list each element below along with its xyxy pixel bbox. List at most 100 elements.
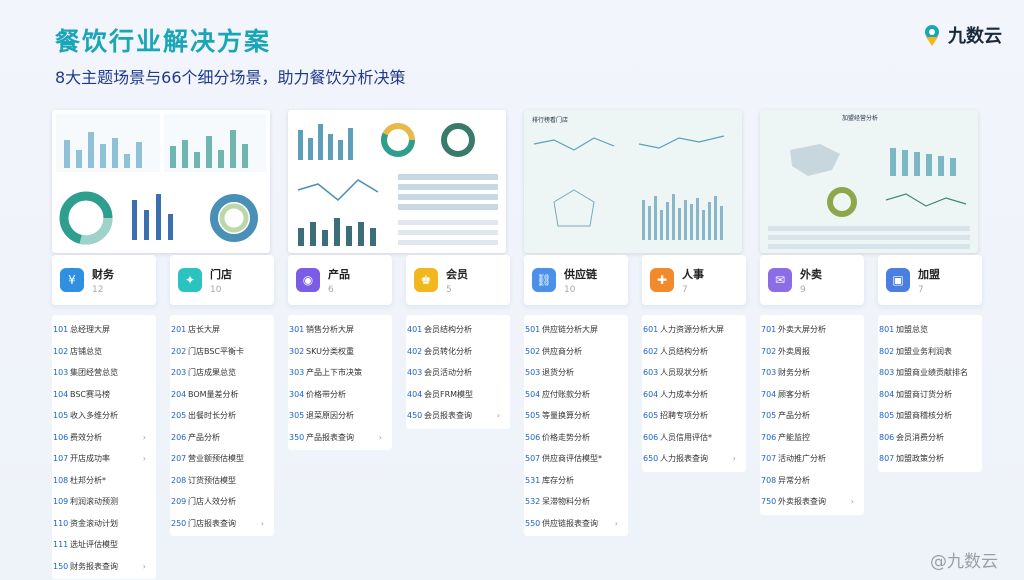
scenario-item[interactable]: 206 产品分析 xyxy=(170,427,274,449)
chevron-right-icon[interactable]: › xyxy=(497,411,500,420)
scenario-item[interactable]: 203 门店成果总览 xyxy=(170,362,274,384)
scenario-item[interactable]: 101 总经理大屏 xyxy=(52,319,156,341)
chevron-right-icon[interactable]: › xyxy=(733,454,736,463)
category-card-3[interactable]: ◉ 产品 6 xyxy=(288,255,392,305)
scenario-label: 财务分析 xyxy=(778,368,810,378)
category-card-2[interactable]: ✦ 门店 10 xyxy=(170,255,274,305)
scenario-item[interactable]: 301 销售分析大屏 xyxy=(288,319,392,341)
scenario-item[interactable]: 650 人力报表查询 › xyxy=(642,448,746,470)
scenario-item[interactable]: 111 选址评估模型 xyxy=(52,534,156,556)
scenario-item[interactable]: 606 人员信用评估* xyxy=(642,427,746,449)
scenario-item[interactable]: 803 加盟商业绩贡献排名 xyxy=(878,362,982,384)
chevron-right-icon[interactable]: › xyxy=(379,433,382,442)
scenario-label: 费效分析 xyxy=(70,432,102,442)
scenario-item[interactable]: 304 价格带分析 xyxy=(288,384,392,406)
scenario-label: 外卖报表查询 xyxy=(778,497,826,507)
scenario-item[interactable]: 501 供应链分析大屏 xyxy=(524,319,628,341)
scenario-item[interactable]: 403 会员活动分析 xyxy=(406,362,510,384)
scenario-item[interactable]: 401 会员结构分析 xyxy=(406,319,510,341)
scenario-item[interactable]: 705 产品分析 xyxy=(760,405,864,427)
scenario-item[interactable]: 702 外卖周报 xyxy=(760,341,864,363)
scenario-item[interactable]: 802 加盟业务利润表 xyxy=(878,341,982,363)
scenario-item[interactable]: 302 SKU分类权重 xyxy=(288,341,392,363)
scenario-item[interactable]: 602 人员结构分析 xyxy=(642,341,746,363)
chevron-right-icon[interactable]: › xyxy=(851,497,854,506)
category-card-5[interactable]: ⛓ 供应链 10 xyxy=(524,255,628,305)
scenario-item[interactable]: 604 人力成本分析 xyxy=(642,384,746,406)
scenario-item[interactable]: 601 人力资源分析大屏 xyxy=(642,319,746,341)
scenario-label: 店长大屏 xyxy=(188,325,220,335)
scenario-item[interactable]: 805 加盟商稽核分析 xyxy=(878,405,982,427)
chevron-right-icon[interactable]: › xyxy=(261,519,264,528)
scenario-item[interactable]: 706 产能监控 xyxy=(760,427,864,449)
scenario-item[interactable]: 532 呆滞物料分析 xyxy=(524,491,628,513)
category-card-8[interactable]: ▣ 加盟 7 xyxy=(878,255,982,305)
scenario-item[interactable]: 106 费效分析 › xyxy=(52,427,156,449)
scenario-item[interactable]: 550 供应链报表查询 › xyxy=(524,513,628,535)
scenario-number: 602 xyxy=(643,346,659,356)
money-bag-icon: ¥ xyxy=(60,268,84,292)
scenario-item[interactable]: 708 异常分析 xyxy=(760,470,864,492)
scenario-item[interactable]: 605 招聘专项分析 xyxy=(642,405,746,427)
chevron-right-icon[interactable]: › xyxy=(143,562,146,571)
scenario-label: 产品分析 xyxy=(188,432,220,442)
scenario-item[interactable]: 531 库存分析 xyxy=(524,470,628,492)
scenario-number: 606 xyxy=(643,432,659,442)
scenario-label: 销售分析大屏 xyxy=(306,325,354,335)
scenario-item[interactable]: 703 财务分析 xyxy=(760,362,864,384)
scenario-item[interactable]: 105 收入多维分析 xyxy=(52,405,156,427)
scenario-item[interactable]: 707 活动推广分析 xyxy=(760,448,864,470)
scenario-item[interactable]: 603 人员现状分析 xyxy=(642,362,746,384)
scenario-item[interactable]: 804 加盟商订货分析 xyxy=(878,384,982,406)
scenario-item[interactable]: 503 退货分析 xyxy=(524,362,628,384)
scenario-item[interactable]: 701 外卖大屏分析 xyxy=(760,319,864,341)
scenario-item[interactable]: 404 会员FRM模型 xyxy=(406,384,510,406)
scenario-item[interactable]: 205 出餐时长分析 xyxy=(170,405,274,427)
scenario-item[interactable]: 506 价格走势分析 xyxy=(524,427,628,449)
chevron-right-icon[interactable]: › xyxy=(143,454,146,463)
scenario-item[interactable]: 801 加盟总览 xyxy=(878,319,982,341)
category-card-1[interactable]: ¥ 财务 12 xyxy=(52,255,156,305)
scenario-item[interactable]: 204 BOM量差分析 xyxy=(170,384,274,406)
scenario-item[interactable]: 150 财务报表查询 › xyxy=(52,556,156,578)
scenario-item[interactable]: 807 加盟政策分析 xyxy=(878,448,982,470)
scenario-item[interactable]: 806 会员消费分析 xyxy=(878,427,982,449)
chevron-right-icon[interactable]: › xyxy=(143,433,146,442)
scenario-item[interactable]: 504 应付账款分析 xyxy=(524,384,628,406)
scenario-label: 利润滚动预测 xyxy=(70,497,118,507)
scenario-label: 营业额预估模型 xyxy=(188,454,244,464)
scenario-item[interactable]: 108 杜邦分析* xyxy=(52,470,156,492)
scenario-item[interactable]: 207 营业额预估模型 xyxy=(170,448,274,470)
scenario-item[interactable]: 201 店长大屏 xyxy=(170,319,274,341)
scenario-item[interactable]: 250 门店报表查询 › xyxy=(170,513,274,535)
scenario-item[interactable]: 450 会员报表查询 › xyxy=(406,405,510,427)
scenario-item[interactable]: 303 产品上下市决策 xyxy=(288,362,392,384)
category-card-4[interactable]: ♚ 会员 5 xyxy=(406,255,510,305)
chevron-right-icon[interactable]: › xyxy=(615,519,618,528)
scenario-number: 304 xyxy=(289,389,305,399)
scenario-item[interactable]: 507 供应商评估模型* xyxy=(524,448,628,470)
scenario-item[interactable]: 104 BSC赛马榜 xyxy=(52,384,156,406)
scenario-number: 402 xyxy=(407,346,423,356)
scenario-item[interactable]: 750 外卖报表查询 › xyxy=(760,491,864,513)
scenario-label: BSC赛马榜 xyxy=(70,389,111,399)
scenario-item[interactable]: 505 等量换算分析 xyxy=(524,405,628,427)
scenario-item[interactable]: 110 资金滚动计划 xyxy=(52,513,156,535)
scenario-item[interactable]: 502 供应商分析 xyxy=(524,341,628,363)
scenario-item[interactable]: 109 利润滚动预测 xyxy=(52,491,156,513)
scenario-item[interactable]: 402 会员转化分析 xyxy=(406,341,510,363)
scenario-item[interactable]: 107 开店成功率 › xyxy=(52,448,156,470)
scenario-number: 109 xyxy=(53,497,69,507)
scenario-label: 供应商评估模型* xyxy=(542,454,602,464)
scenario-item[interactable]: 350 产品报表查询 › xyxy=(288,427,392,449)
category-card-7[interactable]: ✉ 外卖 9 xyxy=(760,255,864,305)
scenario-item[interactable]: 208 订货预估模型 xyxy=(170,470,274,492)
scenario-item[interactable]: 102 店铺总览 xyxy=(52,341,156,363)
scenario-item[interactable]: 202 门店BSC平衡卡 xyxy=(170,341,274,363)
scenario-label: 会员FRM模型 xyxy=(424,389,474,399)
scenario-item[interactable]: 305 退菜原因分析 xyxy=(288,405,392,427)
scenario-item[interactable]: 704 顾客分析 xyxy=(760,384,864,406)
category-card-6[interactable]: ✚ 人事 7 xyxy=(642,255,746,305)
scenario-item[interactable]: 103 集团经营总览 xyxy=(52,362,156,384)
scenario-item[interactable]: 209 门店人效分析 xyxy=(170,491,274,513)
